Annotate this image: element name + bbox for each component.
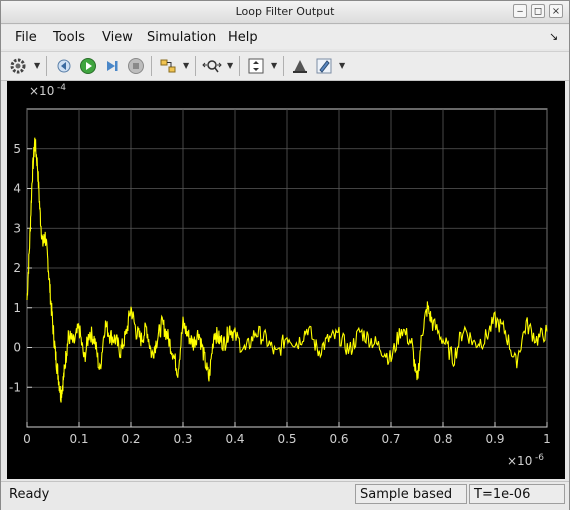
toolbar-separator	[195, 56, 196, 76]
x-exponent-power: -6	[535, 453, 544, 463]
minimize-icon: ‒	[516, 6, 524, 17]
maximize-button[interactable]: ◻	[531, 4, 545, 18]
x-tick-label: 0.7	[381, 432, 400, 446]
time-label: T=1e-06	[469, 484, 565, 504]
settings-button[interactable]	[7, 55, 29, 77]
scope-window: Loop Filter Output ‒ ◻ × File Tools View…	[0, 0, 570, 510]
edit-icon	[316, 58, 332, 74]
status-bar: Ready Sample based T=1e-06	[1, 481, 569, 510]
menu-view[interactable]: View	[102, 30, 133, 45]
x-tick-label: 0.6	[329, 432, 348, 446]
y-tick-label: 2	[13, 261, 21, 275]
y-tick-label: -1	[9, 380, 21, 394]
autoscale-dropdown-icon[interactable]: ▼	[271, 61, 277, 70]
back-step-icon	[57, 59, 71, 73]
settings-dropdown-icon[interactable]: ▼	[34, 61, 40, 70]
sample-mode-label: Sample based	[355, 484, 467, 504]
maximize-icon: ◻	[533, 6, 543, 17]
x-tick-label: 0.8	[433, 432, 452, 446]
toolbar: ▼ ▼ ▼ ▼ ▼	[1, 51, 569, 81]
y-tick-label: 1	[13, 301, 21, 315]
x-tick-label: 0	[23, 432, 31, 446]
step-forward-button[interactable]	[101, 55, 123, 77]
x-tick-label: 0.5	[277, 432, 296, 446]
x-tick-label: 0.9	[485, 432, 504, 446]
zoom-dropdown-icon[interactable]: ▼	[227, 61, 233, 70]
menu-tools[interactable]: Tools	[53, 30, 85, 45]
x-tick-label: 0.4	[225, 432, 244, 446]
title-bar: Loop Filter Output ‒ ◻ ×	[1, 1, 569, 24]
highlight-button[interactable]	[289, 55, 311, 77]
menu-bar: File Tools View Simulation Help ↘	[1, 25, 569, 49]
zoom-icon	[202, 60, 222, 73]
x-tick-label: 0.2	[121, 432, 140, 446]
y-tick-label: 5	[13, 142, 21, 156]
run-icon	[80, 58, 96, 74]
stop-icon	[128, 58, 144, 74]
y-exponent-label: ×10	[29, 84, 54, 98]
minimize-button[interactable]: ‒	[513, 4, 527, 18]
close-button[interactable]: ×	[549, 4, 563, 18]
scope-display[interactable]: 0 0.1 0.2 0.3 0.4 0.5 0.6 0.7 0.8 0.9 1 -1 0 1 2 3 4 5 ×10…	[7, 81, 565, 479]
toolbar-separator	[46, 56, 47, 76]
menu-help[interactable]: Help	[228, 30, 258, 45]
run-button[interactable]	[77, 55, 99, 77]
status-text: Ready	[9, 487, 50, 502]
signal-selector-button[interactable]	[157, 55, 179, 77]
signal-icon	[160, 59, 176, 73]
y-exponent-power: -4	[57, 83, 66, 93]
step-back-button[interactable]	[52, 55, 74, 77]
autoscale-icon	[248, 58, 264, 74]
close-icon: ×	[551, 6, 561, 17]
y-tick-label: 3	[13, 221, 21, 235]
y-tick-label: 4	[13, 182, 21, 196]
window-title: Loop Filter Output	[235, 5, 335, 18]
y-tick-label: 0	[13, 341, 21, 355]
x-tick-label: 0.3	[173, 432, 192, 446]
toolbar-separator	[151, 56, 152, 76]
undock-icon[interactable]: ↘	[549, 30, 558, 43]
gear-icon	[10, 58, 26, 74]
x-tick-label: 0.1	[69, 432, 88, 446]
toolbar-separator	[283, 56, 284, 76]
toolbar-separator	[239, 56, 240, 76]
menu-file[interactable]: File	[15, 30, 37, 45]
highlight-icon	[293, 60, 307, 73]
autoscale-button[interactable]	[245, 55, 267, 77]
x-tick-label: 1	[543, 432, 551, 446]
zoom-button[interactable]	[201, 55, 223, 77]
x-exponent-label: ×10	[507, 454, 532, 468]
line-chart: 0 0.1 0.2 0.3 0.4 0.5 0.6 0.7 0.8 0.9 1 -1 0 1 2 3 4 5 ×10…	[9, 83, 551, 468]
step-forward-icon	[107, 61, 118, 71]
edit-dropdown-icon[interactable]: ▼	[339, 61, 345, 70]
stop-button[interactable]	[125, 55, 147, 77]
menu-simulation[interactable]: Simulation	[147, 30, 216, 45]
signal-dropdown-icon[interactable]: ▼	[183, 61, 189, 70]
edit-button[interactable]	[313, 55, 335, 77]
